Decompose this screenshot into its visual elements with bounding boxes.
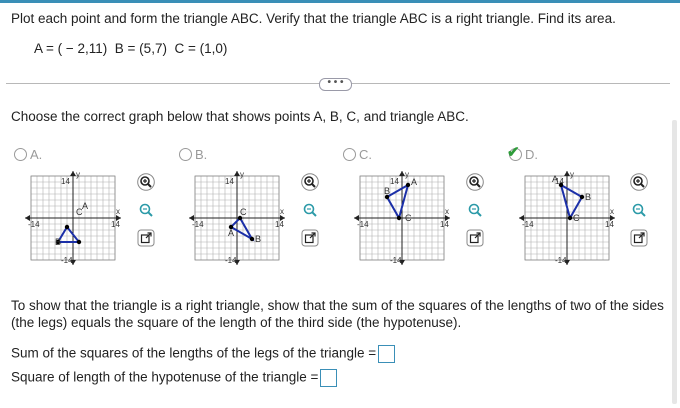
option-c-label: C. [359, 147, 372, 162]
radio-b[interactable] [179, 148, 192, 161]
y-axis-label: y [76, 170, 80, 179]
y-axis-label: y [570, 170, 574, 179]
legs-answer-input[interactable] [378, 345, 396, 363]
zoom-out-icon[interactable] [137, 201, 155, 219]
checkmark-icon: ✔ [507, 144, 520, 161]
radio-a[interactable] [14, 148, 27, 161]
option-b-label: B. [195, 147, 208, 162]
vertex-a [558, 182, 564, 188]
vertex-label-c: C [240, 207, 247, 217]
zoom-in-icon[interactable] [630, 173, 648, 191]
x-axis-label: x [610, 207, 614, 216]
graph-b-svg: -14 14 y x 14 -14 C B A [189, 170, 285, 265]
x-min-label: -14 [522, 220, 534, 229]
more-button[interactable]: • • • [319, 78, 352, 91]
radio-c[interactable] [343, 148, 356, 161]
vertex-c [567, 215, 573, 221]
graph-d-tools [630, 173, 648, 257]
x-min-label: -14 [28, 220, 40, 229]
hypotenuse-answer-input[interactable] [320, 369, 338, 387]
graph-d-svg: -14 14yx14-14ABC [519, 170, 615, 265]
vertex-label-b: B [255, 234, 261, 244]
top-accent-bar [0, 0, 680, 3]
y-axis-label: y [240, 170, 244, 179]
y-min-label: -14 [61, 256, 73, 265]
zoom-out-icon[interactable] [301, 201, 319, 219]
x-max-label: 14 [111, 220, 120, 229]
graph-d[interactable]: -14 14 y x 14 -14 A B C [517, 170, 617, 266]
y-max-label: 14 [390, 177, 399, 186]
option-a-label: A. [30, 147, 43, 162]
vertex-label-a: A [228, 228, 234, 238]
zoom-in-icon[interactable] [301, 173, 319, 191]
y-axis-label: y [405, 170, 409, 179]
problem-prompt: Plot each point and form the triangle AB… [11, 11, 616, 26]
vertex-label-b: B [55, 237, 61, 247]
option-d-label: D. [525, 147, 538, 162]
expand-icon[interactable] [466, 229, 484, 247]
expand-icon[interactable] [301, 229, 319, 247]
x-axis-label: x [280, 207, 284, 216]
vertex-c [396, 215, 402, 221]
x-max-label: 14 [440, 220, 449, 229]
graph-c[interactable]: -14 14 y x 14 -14 A B C [352, 170, 452, 266]
vertex-b [579, 194, 585, 200]
zoom-in-icon[interactable] [137, 173, 155, 191]
zoom-out-icon[interactable] [630, 201, 648, 219]
graph-a-svg: -14 14yx14-14CAB [25, 170, 121, 265]
zoom-out-icon[interactable] [466, 201, 484, 219]
graph-b-tools [301, 173, 319, 257]
x-max-label: 14 [275, 220, 284, 229]
hypotenuse-answer-row: Square of length of the hypotenuse of th… [11, 369, 338, 387]
y-max-label: 14 [61, 177, 70, 186]
hypotenuse-answer-label: Square of length of the hypotenuse of th… [11, 369, 319, 385]
vertex-label-c: C [405, 213, 412, 223]
x-axis-label: x [116, 207, 120, 216]
expand-icon[interactable] [630, 229, 648, 247]
scrollbar[interactable] [672, 120, 677, 404]
vertex-c [76, 239, 82, 245]
y-min-label: -14 [390, 256, 402, 265]
instructions-text: To show that the triangle is a right tri… [11, 298, 664, 330]
graph-c-svg: -14 14 y x 14 -14 A B C [354, 170, 450, 265]
y-min-label: -14 [555, 256, 567, 265]
x-min-label: -14 [357, 220, 369, 229]
graph-c-tools [466, 173, 484, 257]
vertex-label-a: A [82, 201, 88, 211]
x-max-label: 14 [605, 220, 614, 229]
vertex-label-c: C [573, 213, 580, 223]
question-text: Choose the correct graph below that show… [11, 109, 469, 124]
x-min-label: -14 [192, 220, 204, 229]
graph-a-tools [137, 173, 155, 257]
y-max-label: 14 [225, 177, 234, 186]
graph-b[interactable]: -14 14 y x 14 -14 C B A [187, 170, 287, 266]
vertex-label-a: A [411, 177, 417, 187]
x-axis-label: x [445, 207, 449, 216]
zoom-in-icon[interactable] [466, 173, 484, 191]
vertex-a [405, 182, 411, 188]
vertex-label-b: B [585, 192, 591, 202]
vertex-a [64, 224, 70, 230]
vertex-label-a: A [552, 174, 558, 184]
legs-answer-row: Sum of the squares of the lengths of the… [11, 345, 396, 363]
vertex-label-b: B [384, 186, 390, 196]
vertex-b [249, 236, 255, 242]
expand-icon[interactable] [137, 229, 155, 247]
problem-points: A = ( − 2,11) B = (5,7) C = (1,0) [34, 41, 228, 56]
graph-a[interactable]: -14 14 y x 14 -14 C A B [23, 170, 123, 266]
y-min-label: -14 [225, 256, 237, 265]
legs-answer-label: Sum of the squares of the lengths of the… [11, 345, 377, 361]
